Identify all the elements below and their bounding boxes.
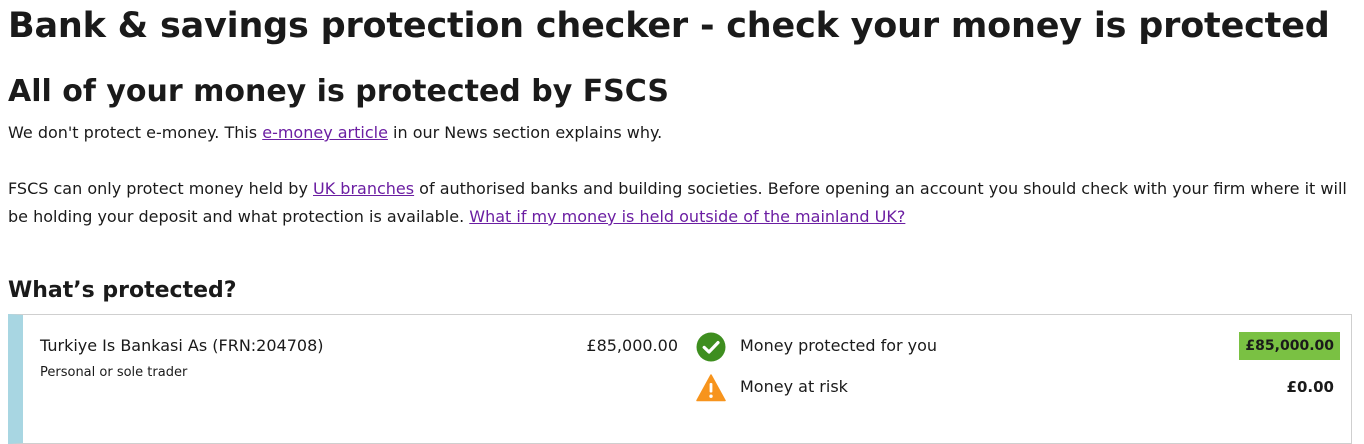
uk-branches-link[interactable]: UK branches bbox=[313, 179, 414, 198]
deposit-amount: £85,000.00 bbox=[586, 336, 678, 355]
firm-name: Turkiye Is Bankasi As (FRN:204708) bbox=[40, 336, 324, 355]
warning-triangle-icon bbox=[696, 374, 726, 402]
firm-type: Personal or sole trader bbox=[40, 365, 188, 380]
check-circle-icon bbox=[696, 332, 726, 362]
emoney-article-link[interactable]: e-money article bbox=[262, 123, 388, 142]
money-at-risk-label: Money at risk bbox=[740, 377, 848, 396]
page-title: Bank & savings protection checker - chec… bbox=[8, 6, 1330, 46]
emoney-text-before: We don't protect e-money. This bbox=[8, 123, 263, 142]
emoney-notice: We don't protect e-money. This e-money a… bbox=[8, 119, 1358, 147]
whats-protected-heading: What’s protected? bbox=[8, 278, 237, 303]
emoney-text-after: in our News section explains why. bbox=[387, 123, 663, 142]
money-at-risk-value: £0.00 bbox=[1286, 378, 1334, 396]
branches-text-before: FSCS can only protect money held by bbox=[8, 179, 313, 198]
outside-mainland-link[interactable]: What if my money is held outside of the … bbox=[469, 207, 905, 226]
result-heading: All of your money is protected by FSCS bbox=[8, 74, 669, 109]
money-protected-label: Money protected for you bbox=[740, 336, 938, 355]
money-protected-value: £85,000.00 bbox=[1239, 332, 1340, 360]
branches-notice: FSCS can only protect money held by UK b… bbox=[8, 175, 1358, 231]
protection-result-card: Turkiye Is Bankasi As (FRN:204708) Perso… bbox=[8, 314, 1352, 444]
